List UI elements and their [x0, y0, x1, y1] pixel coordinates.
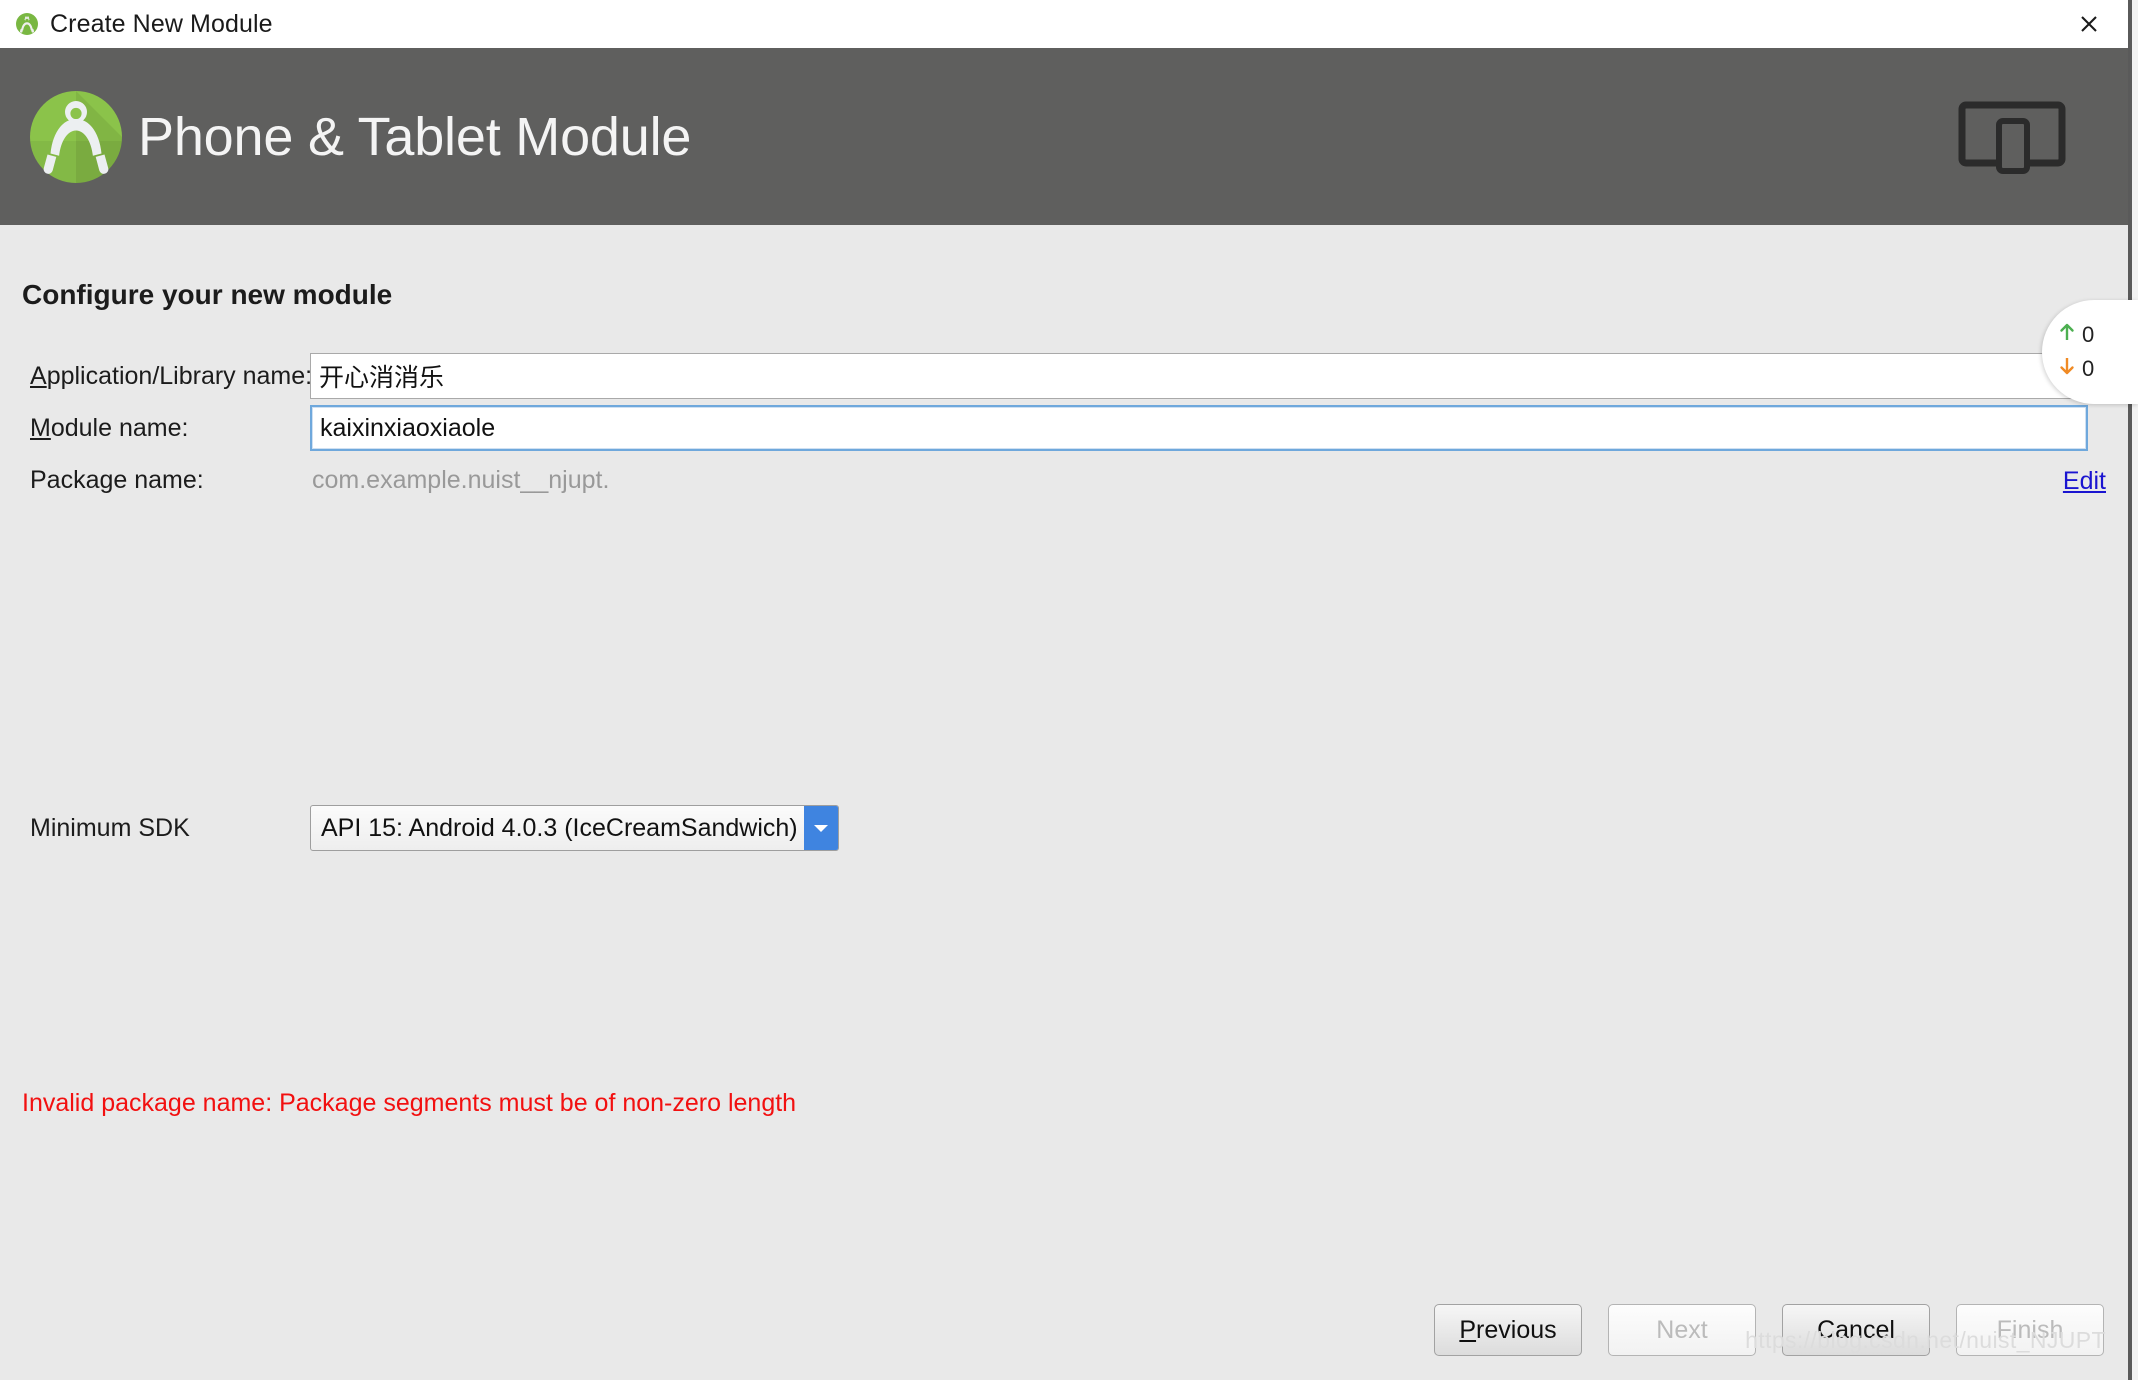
download-speed-value: 0 [2082, 356, 2095, 381]
wizard-header-title: Phone & Tablet Module [138, 106, 692, 167]
package-name-value: com.example.nuist__njupt. [312, 465, 610, 494]
previous-button[interactable]: Previous [1434, 1304, 1582, 1356]
next-button[interactable]: Next [1608, 1304, 1756, 1356]
wizard-header: Phone & Tablet Module [0, 48, 2128, 225]
app-name-label-mnemonic: A [30, 361, 47, 390]
arrow-down-icon [2058, 356, 2082, 382]
module-name-label: Module name: [0, 414, 310, 443]
previous-button-mnemonic: P [1459, 1315, 1477, 1344]
package-name-edit-link[interactable]: Edit [2063, 467, 2106, 496]
field-row-app-name: Application/Library name: [0, 351, 2128, 401]
cancel-button-label: Cancel [1817, 1315, 1895, 1344]
field-row-package-name: Package name: com.example.nuist__njupt. [0, 455, 2128, 505]
background-window-strip [2128, 0, 2138, 1380]
dialog-title: Create New Module [50, 9, 273, 38]
module-name-input[interactable] [310, 405, 2088, 451]
upload-speed-line: 0 [2058, 318, 2138, 352]
create-new-module-dialog: Create New Module Phone & Tablet Module … [0, 0, 2128, 1380]
finish-button-label: Finish [1996, 1315, 2064, 1344]
download-speed-line: 0 [2058, 352, 2138, 386]
chevron-down-icon[interactable] [803, 806, 838, 850]
module-name-label-rest: odule name: [50, 413, 189, 442]
finish-button[interactable]: Finish [1956, 1304, 2104, 1356]
package-name-label: Package name: [30, 465, 204, 494]
phone-tablet-icon [1956, 97, 2068, 177]
cancel-button[interactable]: Cancel [1782, 1304, 1930, 1356]
dialog-title-bar: Create New Module [0, 0, 2128, 48]
validation-error-message: Invalid package name: Package segments m… [22, 1089, 797, 1117]
close-icon[interactable] [2050, 0, 2128, 48]
field-row-module-name: Module name: [0, 403, 2128, 453]
app-name-label-rest: pplication/Library name: [46, 361, 313, 390]
app-name-input[interactable] [310, 353, 2088, 399]
min-sdk-selected-value: API 15: Android 4.0.3 (IceCreamSandwich) [321, 813, 798, 842]
field-row-min-sdk: Minimum SDK API 15: Android 4.0.3 (IceCr… [0, 802, 2128, 854]
min-sdk-label: Minimum SDK [30, 813, 190, 842]
arrow-up-icon [2058, 322, 2082, 348]
app-name-label: Application/Library name: [0, 361, 313, 391]
upload-speed-value: 0 [2082, 322, 2095, 347]
page-title: Configure your new module [22, 279, 393, 310]
dialog-footer: Previous Next Cancel Finish [0, 1280, 2128, 1380]
next-button-label: Next [1656, 1315, 1708, 1344]
previous-button-label: revious [1476, 1315, 1557, 1344]
network-speed-overlay[interactable]: 0 0 [2042, 300, 2138, 404]
min-sdk-dropdown[interactable]: API 15: Android 4.0.3 (IceCreamSandwich) [310, 805, 839, 851]
android-studio-logo-icon [22, 83, 130, 191]
module-name-label-mnemonic: M [30, 413, 51, 442]
android-studio-icon [14, 11, 40, 37]
dialog-body: Configure your new module Application/Li… [0, 225, 2128, 1380]
